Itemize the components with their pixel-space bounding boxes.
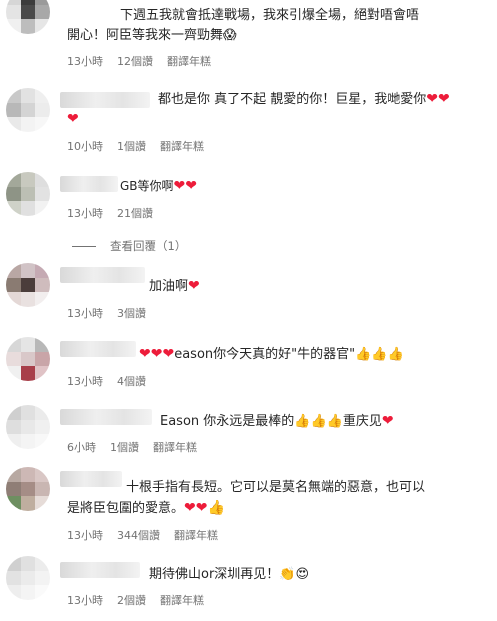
- translate-link[interactable]: 翻譯年糕: [153, 441, 197, 454]
- comment-text: 期待佛山or深圳再见！: [149, 567, 280, 582]
- translate-link[interactable]: 翻譯年糕: [160, 140, 204, 153]
- comment-text-line-1: Eason 你永远是最棒的👍👍👍重庆见❤: [160, 411, 394, 432]
- heart-emoji: ❤❤: [173, 178, 198, 194]
- comment-text: Eason 你永远是最棒的: [160, 414, 295, 429]
- comment-text-suffix: 重庆见: [342, 414, 382, 429]
- comment-text-line-1: 下週五我就會抵達戰場，我來引爆全場，絕對唔會唔: [120, 8, 420, 23]
- username[interactable]: [60, 409, 152, 425]
- comment-meta: 6小時 1個讚 翻譯年糕: [67, 439, 211, 455]
- translate-link[interactable]: 翻譯年糕: [160, 594, 204, 607]
- timestamp[interactable]: 13小時: [67, 207, 103, 220]
- divider-line: [72, 245, 96, 247]
- thumbs-up-emoji: 👍👍👍: [294, 414, 343, 429]
- avatar[interactable]: [6, 467, 50, 511]
- avatar[interactable]: [6, 172, 50, 216]
- comment-meta: 10小時 1個讚 翻譯年糕: [67, 138, 218, 154]
- heart-emoji: ❤: [381, 413, 394, 429]
- comment-text: eason你今天真的好"牛的器官": [174, 347, 356, 362]
- avatar[interactable]: [6, 263, 50, 307]
- avatar[interactable]: [6, 556, 50, 600]
- comment-meta: 13小時 4個讚: [67, 373, 160, 389]
- like-count[interactable]: 1個讚: [110, 441, 139, 454]
- username[interactable]: [60, 471, 122, 487]
- comment-meta: 13小時 344個讚 翻譯年糕: [67, 527, 232, 543]
- comment-meta: 13小時 2個讚 翻譯年糕: [67, 592, 218, 608]
- timestamp[interactable]: 13小時: [67, 529, 103, 542]
- view-replies-label: 查看回覆（1）: [110, 239, 187, 253]
- avatar[interactable]: [6, 405, 50, 449]
- heart-emoji: ❤❤: [426, 91, 450, 107]
- username[interactable]: [60, 267, 145, 283]
- username[interactable]: [60, 92, 150, 108]
- heart-emoji: ❤❤👍: [184, 500, 225, 516]
- timestamp[interactable]: 13小時: [67, 307, 103, 320]
- thumbs-up-emoji: 👍👍👍: [355, 347, 404, 362]
- heart-emoji: ❤: [67, 111, 79, 127]
- comment-text: GB等你啊: [120, 179, 174, 193]
- username[interactable]: [60, 341, 136, 357]
- like-count[interactable]: 1個讚: [117, 140, 146, 153]
- comment-text-line-1: 期待佛山or深圳再见！👏😍: [149, 565, 309, 585]
- username[interactable]: [60, 176, 118, 192]
- comment-text-line-2: ❤: [67, 109, 79, 130]
- comment-text-line-1: GB等你啊❤❤: [120, 176, 197, 197]
- comment-text: 加油啊: [149, 279, 189, 294]
- comment-text-line-2: 是將臣包圍的愛意。❤❤👍: [67, 498, 225, 519]
- like-count[interactable]: 344個讚: [117, 529, 160, 542]
- clap-emoji: 👏😍: [279, 567, 310, 582]
- avatar[interactable]: [6, 337, 50, 381]
- comment-meta: 13小時 21個讚: [67, 205, 167, 221]
- comment-text-line-2: 開心！阿臣等我來一齊勁舞😱: [67, 26, 237, 46]
- heart-emoji: ❤: [188, 278, 200, 294]
- avatar[interactable]: [6, 88, 50, 132]
- timestamp[interactable]: 10小時: [67, 140, 103, 153]
- comment-text: 都也是你 真了不起 靚愛的你！巨星，我哋愛你: [158, 92, 427, 107]
- comment-meta: 13小時 12個讚 翻譯年糕: [67, 53, 225, 69]
- timestamp[interactable]: 6小時: [67, 441, 96, 454]
- comment-text-line-1: 十根手指有長短。它可以是莫名無端的惡意，也可以: [126, 480, 426, 495]
- comment-text-line-1: 都也是你 真了不起 靚愛的你！巨星，我哋愛你❤❤: [158, 89, 450, 110]
- avatar[interactable]: [6, 0, 50, 34]
- translate-link[interactable]: 翻譯年糕: [174, 529, 218, 542]
- comment-text-line-1: ❤❤❤eason你今天真的好"牛的器官"👍👍👍: [139, 344, 404, 365]
- timestamp[interactable]: 13小時: [67, 594, 103, 607]
- view-replies-button[interactable]: 查看回覆（1）: [72, 238, 186, 254]
- scream-emoji: 😱: [223, 28, 237, 43]
- timestamp[interactable]: 13小時: [67, 375, 103, 388]
- like-count[interactable]: 21個讚: [117, 207, 153, 220]
- comment-text-line-1: 加油啊❤: [149, 276, 200, 297]
- like-count[interactable]: 12個讚: [117, 55, 153, 68]
- username[interactable]: [60, 562, 140, 578]
- comment-text: 是將臣包圍的愛意。: [67, 501, 185, 516]
- comment-meta: 13小時 3個讚: [67, 305, 160, 321]
- like-count[interactable]: 2個讚: [117, 594, 146, 607]
- like-count[interactable]: 3個讚: [117, 307, 146, 320]
- comment-text: 開心！阿臣等我來一齊勁舞: [67, 28, 224, 43]
- translate-link[interactable]: 翻譯年糕: [167, 55, 211, 68]
- heart-emoji: ❤❤❤: [139, 346, 175, 362]
- timestamp[interactable]: 13小時: [67, 55, 103, 68]
- like-count[interactable]: 4個讚: [117, 375, 146, 388]
